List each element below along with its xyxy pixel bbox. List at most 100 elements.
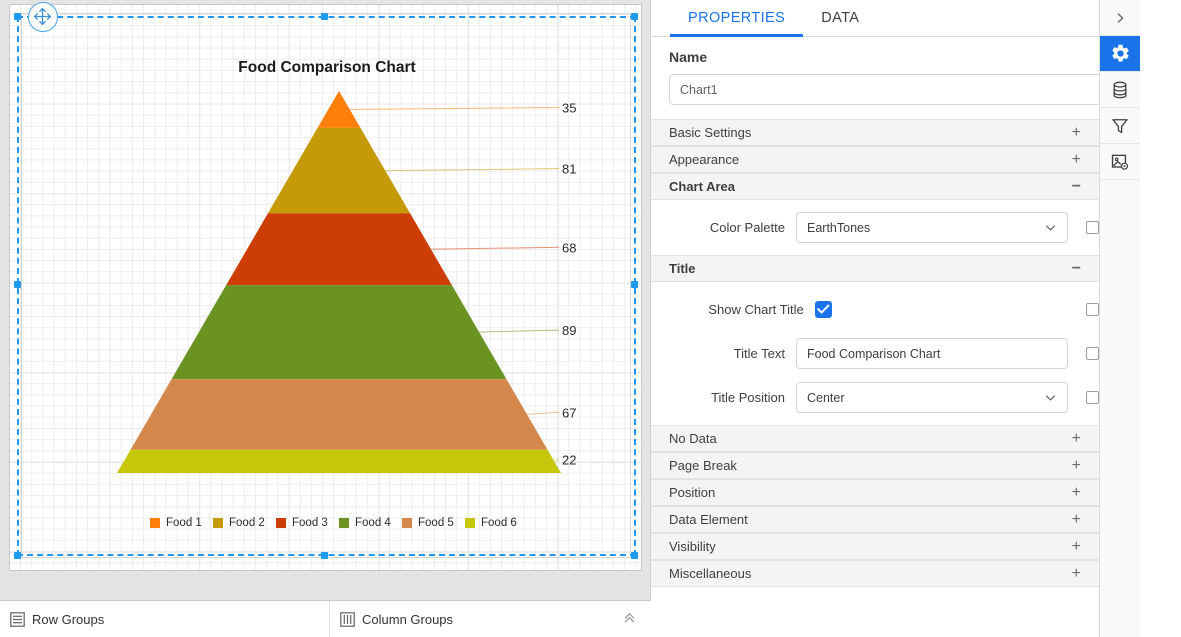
rail-properties-button[interactable] bbox=[1100, 36, 1140, 72]
section-title-toggle[interactable]: − bbox=[1072, 260, 1081, 277]
data-label: 89 bbox=[562, 323, 576, 338]
legend-label: Food 6 bbox=[481, 517, 517, 529]
title-position-row: Title Position Center bbox=[651, 382, 1099, 413]
section-page-break-toggle[interactable]: + bbox=[1072, 457, 1081, 474]
rail-filter-button[interactable] bbox=[1100, 108, 1140, 144]
move-handle[interactable] bbox=[28, 2, 58, 32]
properties-scroll-area[interactable]: Name Chart1 Basic Settings + Appearance … bbox=[651, 37, 1140, 637]
chart-legend: Food 1 Food 2 Food 3 Food 4 Food 5 Food 6 bbox=[150, 517, 517, 529]
section-no-data[interactable]: No Data + bbox=[651, 425, 1099, 452]
rail-data-button[interactable] bbox=[1100, 72, 1140, 108]
show-chart-title-label: Show Chart Title bbox=[708, 302, 804, 317]
pyramid-slice[interactable] bbox=[130, 379, 548, 450]
image-settings-icon bbox=[1111, 154, 1129, 170]
color-palette-expression-checkbox[interactable] bbox=[1086, 221, 1099, 234]
section-basic-settings[interactable]: Basic Settings + bbox=[651, 119, 1099, 146]
tab-properties[interactable]: PROPERTIES bbox=[670, 0, 804, 37]
section-page-break-label: Page Break bbox=[669, 458, 737, 473]
color-palette-select[interactable]: EarthTones bbox=[796, 212, 1068, 243]
legend-swatch bbox=[339, 518, 349, 528]
section-appearance-toggle[interactable]: + bbox=[1072, 151, 1081, 168]
name-label: Name bbox=[669, 49, 708, 65]
collapse-groups-button[interactable] bbox=[622, 610, 651, 629]
data-label-leader bbox=[347, 106, 560, 110]
tool-rail bbox=[1099, 0, 1140, 637]
properties-pane: PROPERTIES DATA Name Chart1 Basic Settin… bbox=[651, 0, 1140, 637]
tab-data[interactable]: DATA bbox=[803, 0, 877, 36]
section-appearance-label: Appearance bbox=[669, 152, 740, 167]
resize-handle-nw[interactable] bbox=[14, 13, 21, 20]
section-visibility-label: Visibility bbox=[669, 539, 716, 554]
title-text-expression-checkbox[interactable] bbox=[1086, 347, 1099, 360]
section-chart-area[interactable]: Chart Area − bbox=[651, 173, 1099, 200]
gear-icon bbox=[1111, 44, 1129, 62]
expand-panel-button[interactable] bbox=[1100, 0, 1140, 36]
name-block: Name Chart1 bbox=[651, 37, 1127, 105]
chart-report-item[interactable]: Food Comparison Chart 35 81 68 89 67 22 Food … bbox=[21, 13, 631, 558]
chevron-double-up-icon bbox=[624, 612, 635, 622]
title-position-expression-checkbox[interactable] bbox=[1086, 391, 1099, 404]
resize-handle-s[interactable] bbox=[321, 552, 328, 559]
section-title[interactable]: Title − bbox=[651, 255, 1099, 282]
resize-handle-e[interactable] bbox=[631, 281, 638, 288]
resize-handle-se[interactable] bbox=[631, 552, 638, 559]
resize-handle-w[interactable] bbox=[14, 281, 21, 288]
resize-handle-ne[interactable] bbox=[631, 13, 638, 20]
section-miscellaneous-toggle[interactable]: + bbox=[1072, 565, 1081, 582]
show-chart-title-checkbox[interactable] bbox=[814, 301, 832, 318]
tab-properties-label: PROPERTIES bbox=[688, 10, 786, 26]
section-visibility-toggle[interactable]: + bbox=[1072, 538, 1081, 555]
row-groups-item[interactable]: Row Groups bbox=[0, 601, 330, 637]
legend-swatch bbox=[465, 518, 475, 528]
section-basic-settings-label: Basic Settings bbox=[669, 125, 752, 140]
chart-name-input[interactable]: Chart1 bbox=[669, 74, 1127, 105]
title-text-input[interactable]: Food Comparison Chart bbox=[796, 338, 1068, 369]
section-miscellaneous[interactable]: Miscellaneous + bbox=[651, 560, 1099, 587]
show-chart-title-expression-checkbox[interactable] bbox=[1086, 303, 1099, 316]
chevron-down-icon bbox=[1045, 395, 1056, 401]
section-chart-area-toggle[interactable]: − bbox=[1072, 178, 1081, 195]
data-label: 22 bbox=[562, 452, 576, 467]
legend-label: Food 4 bbox=[355, 517, 391, 529]
legend-label: Food 5 bbox=[418, 517, 454, 529]
pyramid-slice[interactable] bbox=[171, 285, 507, 380]
database-icon bbox=[1113, 81, 1127, 98]
section-data-element[interactable]: Data Element + bbox=[651, 506, 1099, 533]
section-basic-settings-toggle[interactable]: + bbox=[1072, 124, 1081, 141]
section-no-data-toggle[interactable]: + bbox=[1072, 430, 1081, 447]
section-position-label: Position bbox=[669, 485, 716, 500]
data-label-leader bbox=[524, 411, 560, 415]
section-miscellaneous-label: Miscellaneous bbox=[669, 566, 752, 581]
report-designer: Food Comparison Chart 35 81 68 89 67 22 Food … bbox=[0, 0, 1181, 637]
title-position-select[interactable]: Center bbox=[796, 382, 1068, 413]
checkmark-icon bbox=[816, 304, 830, 314]
section-appearance[interactable]: Appearance + bbox=[651, 146, 1099, 173]
section-page-break[interactable]: Page Break + bbox=[651, 452, 1099, 479]
section-data-element-label: Data Element bbox=[669, 512, 748, 527]
section-position[interactable]: Position + bbox=[651, 479, 1099, 506]
section-visibility[interactable]: Visibility + bbox=[651, 533, 1099, 560]
data-label: 68 bbox=[562, 240, 576, 255]
chart-name-value: Chart1 bbox=[680, 82, 718, 97]
title-body: Show Chart Title Title Text Food Compari… bbox=[651, 282, 1099, 425]
section-position-toggle[interactable]: + bbox=[1072, 484, 1081, 501]
legend-swatch bbox=[276, 518, 286, 528]
data-label: 67 bbox=[562, 405, 576, 420]
color-palette-row: Color Palette EarthTones bbox=[651, 212, 1099, 243]
chevron-right-icon bbox=[1117, 12, 1124, 23]
resize-handle-n[interactable] bbox=[321, 13, 328, 20]
section-title-label: Title bbox=[669, 261, 696, 276]
title-position-label: Title Position bbox=[711, 390, 785, 405]
title-position-value: Center bbox=[807, 390, 845, 405]
column-groups-item[interactable]: Column Groups bbox=[330, 601, 463, 637]
chevron-down-icon bbox=[1045, 225, 1056, 231]
data-label-leader bbox=[428, 246, 560, 250]
section-data-element-toggle[interactable]: + bbox=[1072, 511, 1081, 528]
pyramid-slice[interactable] bbox=[226, 213, 452, 286]
resize-handle-sw[interactable] bbox=[14, 552, 21, 559]
rail-image-settings-button[interactable] bbox=[1100, 144, 1140, 180]
data-label: 35 bbox=[562, 100, 576, 115]
design-surface[interactable]: Food Comparison Chart 35 81 68 89 67 22 Food … bbox=[9, 4, 642, 571]
pyramid-slice[interactable] bbox=[117, 449, 561, 473]
pyramid-chart: Food Comparison Chart 35 81 68 89 67 22 Food … bbox=[117, 59, 576, 529]
